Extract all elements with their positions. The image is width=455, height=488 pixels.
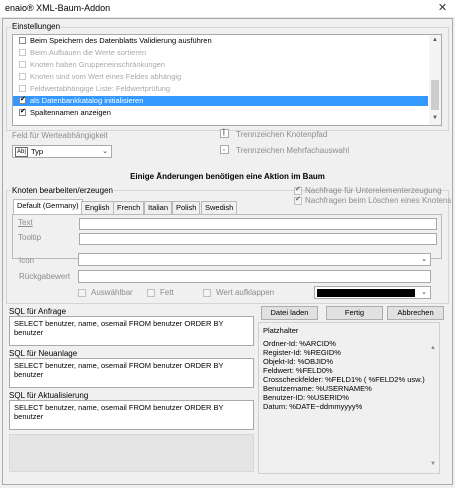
placeholders-panel: Platzhalter Ordner-Id: %ARCID% Register-… xyxy=(258,322,440,474)
placeholder-line: Datum: %DATE~ddmmyyyy% xyxy=(263,402,363,411)
settings-item-label: Beim Aufbauen die Werte sortieren xyxy=(30,48,147,57)
selectable-label: Auswählbar xyxy=(91,288,133,297)
tooltip-label: Tooltip xyxy=(18,233,42,242)
tab-french[interactable]: French xyxy=(113,201,145,214)
placeholder-line: Feldwert: %FELD0% xyxy=(263,366,333,375)
settings-item-validate[interactable]: Beim Speichern des Datenblatts Validieru… xyxy=(13,36,428,46)
field-type-icon: Ab| xyxy=(15,147,28,157)
settings-checkbox[interactable] xyxy=(19,107,26,117)
window-title: enaio® XML-Baum-Addon xyxy=(5,3,111,13)
placeholder-line: Ordner-Id: %ARCID% xyxy=(263,339,336,348)
sql-create-label: SQL für Neuanlage xyxy=(9,349,78,358)
scrollbar-thumb[interactable] xyxy=(431,80,439,110)
settings-checkbox[interactable] xyxy=(19,37,26,44)
chevron-down-icon[interactable]: ⌄ xyxy=(421,254,427,265)
return-value-input[interactable] xyxy=(78,270,431,283)
settings-item-label: als Datenbankkatalog initialisieren xyxy=(30,96,144,105)
placeholder-line: Objekt-Id: %OBJID% xyxy=(263,357,334,366)
tab-default-germany[interactable]: Default (Germany) xyxy=(13,199,83,214)
multi-select-separator-value: , xyxy=(223,145,225,152)
dependency-field-select[interactable]: Ab| Typ ⌄ xyxy=(12,145,112,158)
multi-select-separator-input[interactable]: , xyxy=(220,145,229,154)
bold-checkbox[interactable] xyxy=(147,289,155,297)
settings-list[interactable]: Beim Speichern des Datenblatts Validieru… xyxy=(12,34,442,126)
settings-checkbox xyxy=(19,61,26,68)
chevron-down-icon[interactable]: ⌄ xyxy=(102,146,108,157)
sql-update-label: SQL für Aktualisierung xyxy=(9,391,89,400)
settings-item-sort: Beim Aufbauen die Werte sortieren xyxy=(13,48,428,58)
node-path-separator-value: | xyxy=(223,129,225,136)
dependency-field-value: Typ xyxy=(31,147,44,156)
placeholder-line: Benutzer-ID: %USERID% xyxy=(263,393,349,402)
placeholder-line: Benutzername: %USERNAME% xyxy=(263,384,372,393)
placeholder-line: Crosscheckfelder: %FELD1% ( %FELD2% usw.… xyxy=(263,375,425,384)
scroll-down-icon[interactable]: ▼ xyxy=(429,115,441,121)
node-path-separator-label: Trennzeichen Knotenpfad xyxy=(236,130,328,139)
sql-query-input[interactable]: SELECT benutzer, name, osemail FROM benu… xyxy=(9,316,254,346)
icon-label: Icon xyxy=(19,256,35,265)
settings-item-field-dependency: Knoten sind vom Wert eines Feldes abhäng… xyxy=(13,72,428,82)
notice-text: Einige Änderungen benötigen eine Aktion … xyxy=(130,172,325,181)
close-icon[interactable]: ✕ xyxy=(436,2,449,15)
query-delete-checkbox[interactable] xyxy=(294,195,302,205)
cancel-button[interactable]: Abbrechen xyxy=(387,306,444,320)
color-select[interactable]: ⌄ xyxy=(314,286,431,299)
scroll-up-icon[interactable]: ▲ xyxy=(430,345,436,351)
chevron-down-icon[interactable]: ⌄ xyxy=(421,287,427,298)
title-bar: enaio® XML-Baum-Addon ✕ xyxy=(0,0,455,18)
settings-item-db-catalog[interactable]: als Datenbankkatalog initialisieren xyxy=(13,95,428,106)
tab-polish[interactable]: Polish xyxy=(172,201,201,214)
settings-scrollbar[interactable]: ▲ ▼ xyxy=(429,35,441,125)
tab-english[interactable]: English xyxy=(81,201,114,214)
dependency-field-label: Feld für Werteabhängigkeit xyxy=(12,131,108,140)
node-path-separator-input[interactable]: | xyxy=(220,129,229,138)
sql-create-input[interactable]: SELECT benutzer, name, osemail FROM benu… xyxy=(9,358,254,388)
tab-swedish[interactable]: Swedish xyxy=(201,201,238,214)
sql-query-label: SQL für Anfrage xyxy=(9,307,67,316)
settings-group-label: Einstellungen xyxy=(11,22,62,31)
settings-checkbox[interactable] xyxy=(19,95,26,105)
settings-item-group-restrictions: Knoten haben Gruppeneinschränkungen xyxy=(13,60,428,70)
settings-item-label: Spaltennamen anzeigen xyxy=(30,108,111,117)
settings-checkbox xyxy=(19,73,26,80)
query-subelements-checkbox[interactable] xyxy=(294,185,302,195)
placeholders-title: Platzhalter xyxy=(263,326,299,335)
expand-value-checkbox[interactable] xyxy=(203,289,211,297)
settings-item-column-names[interactable]: Spaltennamen anzeigen xyxy=(13,107,428,118)
settings-item-label: Knoten sind vom Wert eines Feldes abhäng… xyxy=(30,72,182,81)
icon-select[interactable]: ⌄ xyxy=(78,253,431,266)
nodes-group-label: Knoten bearbeiten/erzeugen xyxy=(11,186,114,195)
text-label: Text xyxy=(18,218,33,227)
settings-item-label: Knoten haben Gruppeneinschränkungen xyxy=(30,60,166,69)
status-area xyxy=(9,434,254,472)
settings-checkbox xyxy=(19,49,26,56)
color-swatch xyxy=(317,289,415,297)
sql-update-input[interactable]: SELECT benutzer, name, osemail FROM benu… xyxy=(9,400,254,430)
query-delete-label: Nachfragen beim Löschen eines Knotens xyxy=(305,196,452,205)
settings-item-label: Feldwertabhängige Liste: Feldwertprüfung xyxy=(30,84,171,93)
expand-value-label: Wert aufklappen xyxy=(216,288,275,297)
text-input[interactable] xyxy=(79,218,437,230)
tooltip-input[interactable] xyxy=(79,233,437,245)
scroll-up-icon[interactable]: ▲ xyxy=(429,37,441,43)
placeholder-line: Register-Id: %REGID% xyxy=(263,348,341,357)
settings-item-label: Beim Speichern des Datenblatts Validieru… xyxy=(30,36,212,45)
bold-label: Fett xyxy=(160,288,174,297)
tab-italian[interactable]: Italian xyxy=(144,201,173,214)
query-subelements-label: Nachfrage für Unterelementerzeugung xyxy=(305,186,442,195)
multi-select-separator-label: Trennzeichen Mehrfachauswahl xyxy=(236,146,350,155)
done-button[interactable]: Fertig xyxy=(326,306,383,320)
scroll-down-icon[interactable]: ▼ xyxy=(430,461,436,467)
settings-checkbox xyxy=(19,85,26,92)
load-file-button[interactable]: Datei laden xyxy=(261,306,318,320)
selectable-checkbox[interactable] xyxy=(78,289,86,297)
settings-item-field-check: Feldwertabhängige Liste: Feldwertprüfung xyxy=(13,84,428,94)
return-value-label: Rückgabewert xyxy=(19,272,71,281)
